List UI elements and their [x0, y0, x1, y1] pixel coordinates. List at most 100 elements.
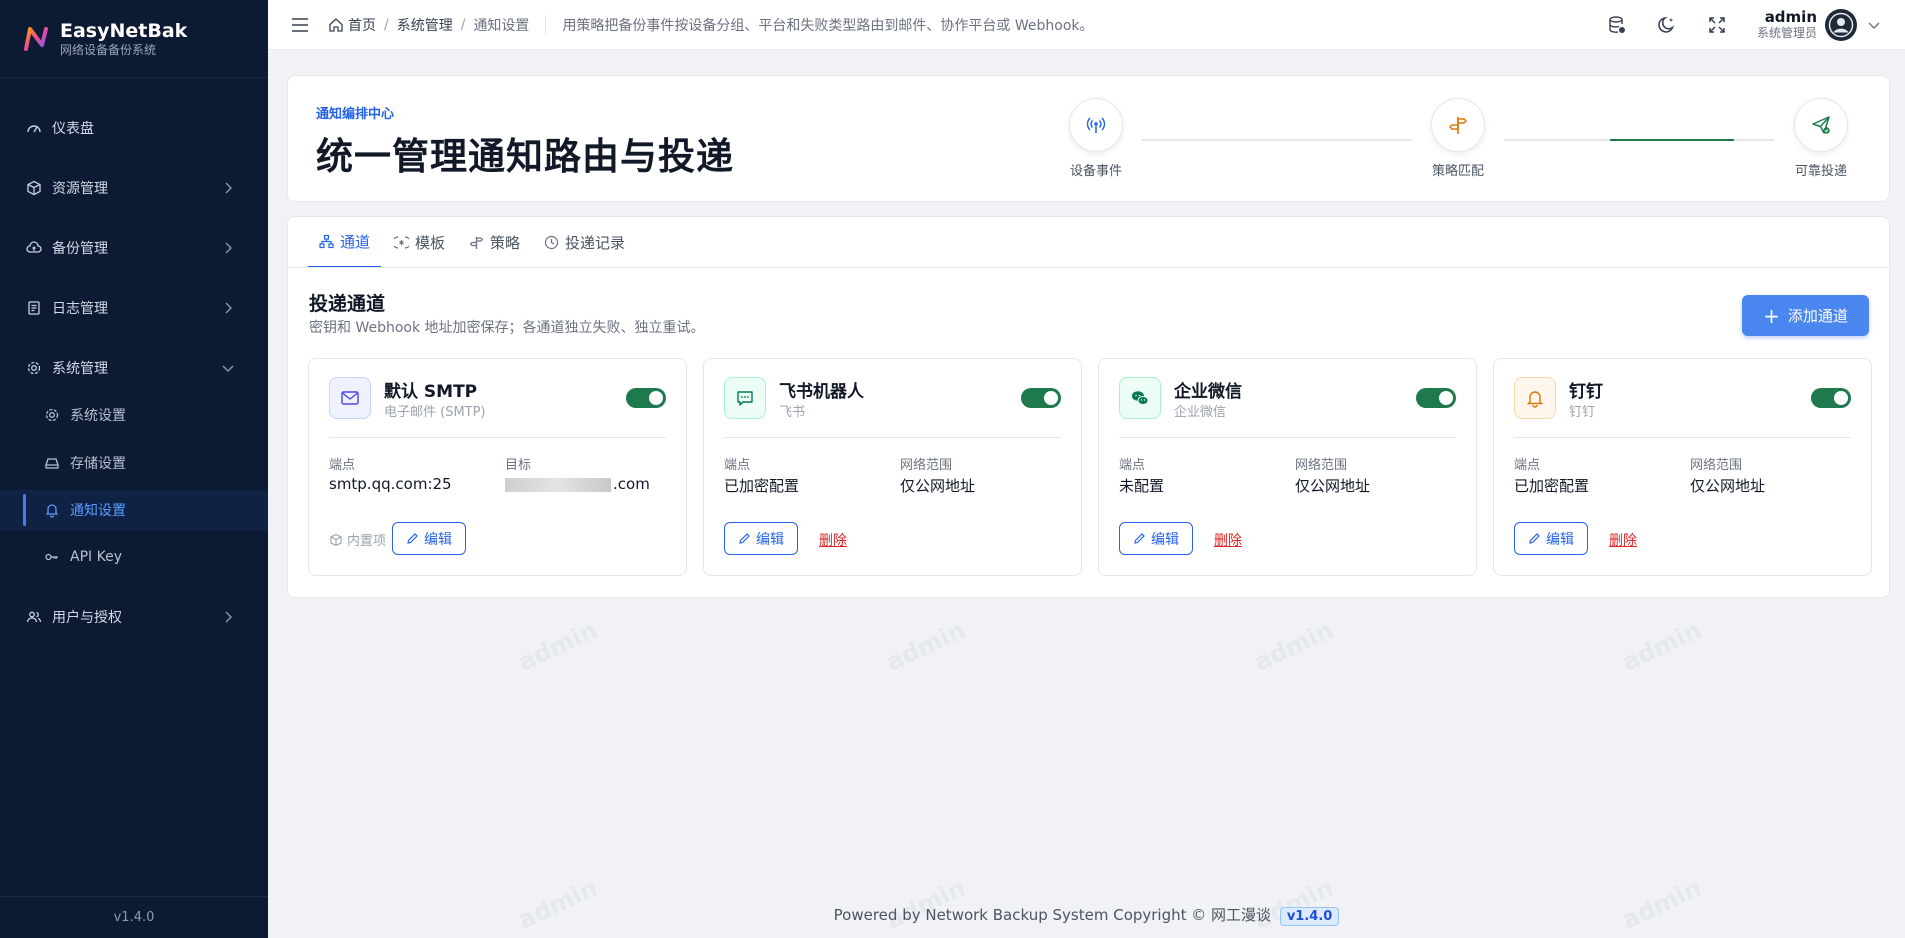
tab-label: 通道	[340, 233, 371, 251]
breadcrumb-system[interactable]: 系统管理	[397, 15, 453, 35]
sidebar-item-label: 资源管理	[52, 181, 108, 197]
field-label: 目标	[505, 458, 532, 473]
channel-enabled-toggle[interactable]	[626, 388, 666, 408]
signpost-icon	[1448, 117, 1468, 134]
channel-card-wecom: 企业微信 企业微信 端点 未配置 网络范围 仅公网地址 编辑 删除	[1098, 358, 1477, 576]
sidebar-item-logs[interactable]: 日志管理	[0, 288, 268, 328]
menu-toggle-icon[interactable]	[290, 15, 310, 35]
cloud-upload-icon	[26, 240, 42, 256]
sidebar-item-dashboard[interactable]: 仪表盘	[0, 108, 268, 148]
builtin-label: 内置项	[347, 534, 387, 549]
sidebar-item-system[interactable]: 系统管理	[0, 348, 268, 388]
document-icon	[26, 300, 42, 316]
tabs-divider	[288, 267, 1889, 268]
drive-icon	[44, 455, 60, 471]
cube-icon	[330, 533, 342, 546]
flow-step-device-event: 设备事件	[1056, 98, 1136, 179]
field-value: 未配置	[1119, 477, 1165, 495]
field-value-suffix: .com	[613, 475, 650, 493]
tab-label: 投递记录	[565, 234, 626, 252]
field-value: 已加密配置	[1514, 477, 1590, 495]
channels-card: 通道 模板 策略 投递记录 投递通道 密钥和 Webhook 地址加密保存；各通…	[287, 216, 1890, 598]
user-menu[interactable]: admin 系统管理员	[1757, 9, 1881, 41]
fullscreen-icon[interactable]	[1707, 15, 1727, 35]
divider	[1119, 437, 1456, 438]
field-label: 端点	[329, 458, 356, 473]
flow-line	[1142, 139, 1412, 141]
sidebar-subitem-label: 存储设置	[70, 456, 126, 472]
builtin-badge: 内置项	[329, 530, 386, 549]
tab-channels[interactable]: 通道	[308, 217, 382, 268]
chevron-right-icon	[225, 302, 232, 314]
flow-line-progress	[1610, 139, 1734, 141]
chevron-right-icon	[225, 182, 232, 194]
breadcrumb-home[interactable]: 首页	[348, 15, 376, 35]
sidebar-subitem-label: 通知设置	[70, 503, 126, 519]
edit-button[interactable]: 编辑	[724, 522, 798, 555]
flow-step-label: 设备事件	[1069, 164, 1122, 179]
tab-label: 策略	[490, 234, 521, 252]
channel-enabled-toggle[interactable]	[1021, 388, 1061, 408]
channel-card-dingtalk: 钉钉 钉钉 端点 已加密配置 网络范围 仅公网地址 编辑 删除	[1493, 358, 1872, 576]
send-icon	[1812, 116, 1830, 134]
sidebar-version: v1.4.0	[0, 896, 268, 938]
sidebar-item-backup[interactable]: 备份管理	[0, 228, 268, 268]
delete-link[interactable]: 删除	[819, 530, 847, 550]
section-title: 投递通道	[309, 293, 386, 315]
edit-label: 编辑	[756, 531, 784, 548]
field-label: 端点	[1514, 458, 1541, 473]
tab-delivery-records[interactable]: 投递记录	[533, 217, 636, 268]
watermark-text: admin	[1250, 615, 1338, 677]
sidebar-item-users[interactable]: 用户与授权	[0, 597, 268, 637]
chevron-right-icon	[225, 242, 232, 254]
add-channel-button[interactable]: + 添加通道	[1742, 295, 1869, 336]
dashboard-icon	[26, 120, 42, 136]
page-description: 用策略把备份事件按设备分组、平台和失败类型路由到邮件、协作平台或 Webhook…	[545, 14, 1094, 35]
chevron-down-icon	[1868, 22, 1880, 29]
chat-icon	[737, 391, 753, 406]
divider	[724, 437, 1061, 438]
channel-icon-box	[1514, 377, 1556, 419]
watermark-text: admin	[514, 615, 602, 677]
sidebar-subitem-storage-settings[interactable]: 存储设置	[0, 443, 268, 483]
channel-enabled-toggle[interactable]	[1811, 388, 1851, 408]
field-value-target: .com	[505, 475, 650, 493]
tab-policies[interactable]: 策略	[458, 217, 531, 268]
edit-label: 编辑	[424, 531, 452, 548]
sidebar-subitem-label: API Key	[70, 549, 122, 565]
tab-templates[interactable]: 模板	[383, 217, 456, 268]
cube-icon	[26, 180, 42, 196]
dark-mode-icon[interactable]	[1657, 15, 1677, 35]
field-label: 网络范围	[900, 458, 953, 473]
brand-name: EasyNetBak	[60, 19, 188, 42]
key-icon	[44, 549, 60, 565]
gear-icon	[26, 360, 42, 376]
edit-button[interactable]: 编辑	[1514, 522, 1588, 555]
sidebar: EasyNetBak 网络设备备份系统 仪表盘 资源管理 备份管理 日志管理 系…	[0, 0, 268, 938]
sidebar-subitem-system-settings[interactable]: 系统设置	[0, 395, 268, 435]
edit-label: 编辑	[1546, 531, 1574, 548]
edit-button[interactable]: 编辑	[392, 522, 466, 555]
channel-type: 电子邮件 (SMTP)	[384, 405, 486, 420]
channel-icon-box	[1119, 377, 1161, 419]
watermark-text: admin	[1618, 615, 1706, 677]
field-label: 端点	[724, 458, 751, 473]
channel-card-feishu: 飞书机器人 飞书 端点 已加密配置 网络范围 仅公网地址 编辑 删除	[703, 358, 1082, 576]
mail-icon	[341, 391, 359, 405]
edit-button[interactable]: 编辑	[1119, 522, 1193, 555]
plus-icon: +	[1763, 303, 1780, 328]
sidebar-subitem-label: 系统设置	[70, 408, 126, 424]
sidebar-item-label: 日志管理	[52, 301, 108, 317]
database-icon[interactable]	[1607, 15, 1627, 35]
delete-link[interactable]: 删除	[1214, 530, 1242, 550]
chevron-right-icon	[225, 611, 232, 623]
breadcrumb-separator: /	[460, 16, 466, 33]
users-icon	[26, 609, 42, 625]
sidebar-subitem-notification-settings[interactable]: 通知设置	[0, 490, 268, 530]
brand-logo-icon	[24, 26, 48, 51]
channel-enabled-toggle[interactable]	[1416, 388, 1456, 408]
sidebar-item-resources[interactable]: 资源管理	[0, 168, 268, 208]
field-label: 网络范围	[1295, 458, 1348, 473]
delete-link[interactable]: 删除	[1609, 530, 1637, 550]
sidebar-subitem-api-key[interactable]: API Key	[0, 537, 268, 577]
